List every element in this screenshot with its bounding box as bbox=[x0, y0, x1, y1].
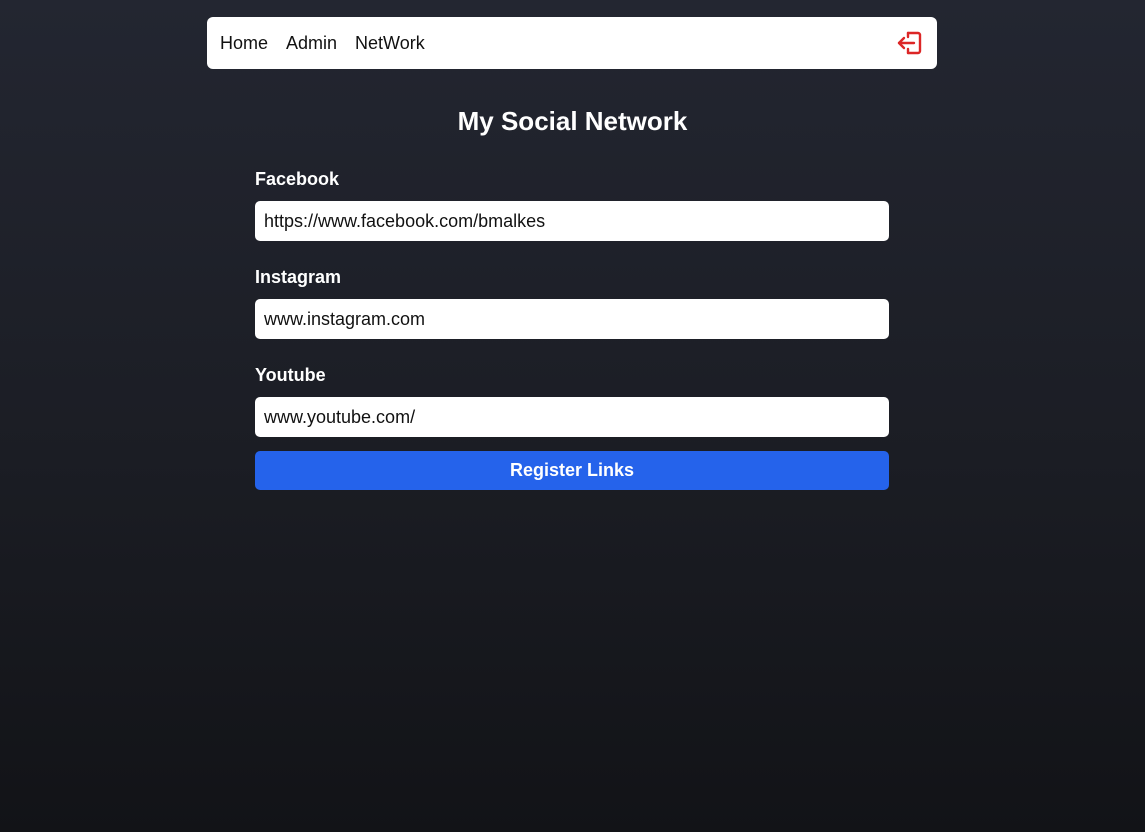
logout-button[interactable] bbox=[896, 29, 924, 57]
nav-links: Home Admin NetWork bbox=[220, 33, 425, 54]
social-links-form: Facebook Instagram Youtube Register Link… bbox=[255, 168, 889, 490]
youtube-field-group: Youtube bbox=[255, 364, 889, 437]
nav-link-network[interactable]: NetWork bbox=[355, 33, 425, 54]
youtube-label: Youtube bbox=[255, 365, 326, 385]
logout-icon bbox=[897, 31, 922, 55]
facebook-field-group: Facebook bbox=[255, 168, 889, 241]
instagram-label: Instagram bbox=[255, 267, 342, 287]
nav-link-admin[interactable]: Admin bbox=[286, 33, 337, 54]
youtube-input[interactable] bbox=[255, 397, 889, 437]
register-links-button[interactable]: Register Links bbox=[255, 451, 889, 490]
page-title: My Social Network bbox=[457, 106, 688, 136]
top-navbar: Home Admin NetWork bbox=[207, 17, 937, 69]
facebook-input[interactable] bbox=[255, 201, 889, 241]
instagram-field-group: Instagram bbox=[255, 266, 889, 339]
instagram-input[interactable] bbox=[255, 299, 889, 339]
nav-link-home[interactable]: Home bbox=[220, 33, 268, 54]
facebook-label: Facebook bbox=[255, 169, 340, 189]
